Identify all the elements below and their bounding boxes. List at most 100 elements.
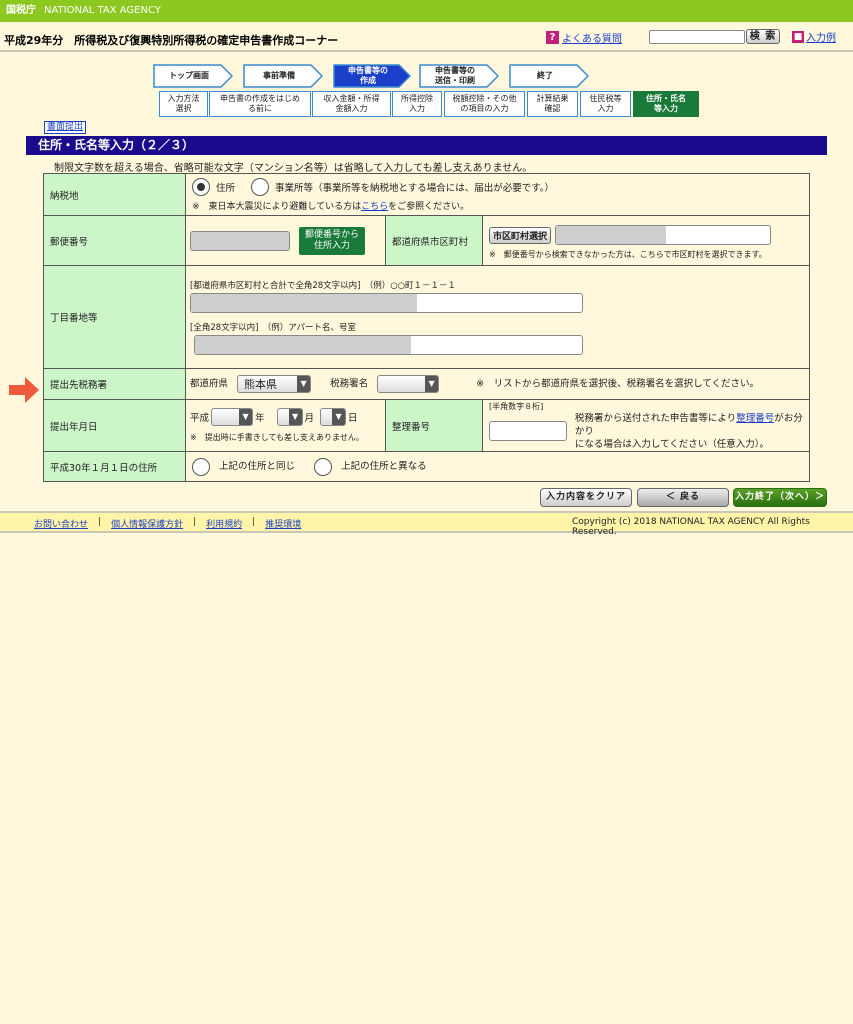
footer-link-contact[interactable]: お問い合わせ [34,517,88,530]
office-note: ※ リストから都道府県を選択後、税務署名を選択してください。 [476,378,760,390]
city-select-button[interactable]: 市区町村選択 [489,226,552,244]
day-select[interactable]: ▼ [320,408,347,426]
street-input-1[interactable] [190,293,583,313]
footer-links: お問い合わせ | 個人情報保護方針 | 利用規約 | 推奨環境 [34,517,302,530]
office-select[interactable]: ▼ [377,375,440,393]
year-label: 年 [255,413,265,424]
dropdown-arrow-icon: ▼ [288,409,302,425]
row-tax-office: 提出先税務署 都道府県 熊本県 ▼ 税務署名 ▼ ※ リストから都道府県を選択後、… [43,368,810,400]
row-h30-address: 平成30年１月１日の住所 上記の住所と同じ 上記の住所と異なる [43,451,810,482]
dropdown-arrow-icon: ▼ [239,409,253,425]
faq-link[interactable]: ? よくある質問 [546,29,622,45]
clear-button[interactable]: 入力内容をクリア [540,488,632,507]
substep-8: 住所・氏名 等入力 [633,91,699,117]
radio-address-label: 住所 [216,182,236,194]
ref-number-input[interactable] [489,421,567,441]
agency-en: NATIONAL TAX AGENCY [44,5,161,16]
step-4: 申告書等の 送信・印刷 [419,64,499,88]
substep-5: 税額控除・その他 の項目の入力 [444,91,525,117]
label-ref-number: 整理番号 [385,399,483,452]
step-3: 申告書等の 作成 [333,64,411,88]
city-note: ※ 郵便番号から検索できなかった方は、こちらで市区町村を選択できます。 [489,250,767,259]
radio-diff-address[interactable] [314,457,333,476]
next-button[interactable]: 入力終了（次へ）＞ [733,488,827,507]
label-postal: 郵便番号 [43,215,186,266]
office-label: 税務署名 [330,378,369,390]
label-tax-office: 提出先税務署 [43,368,186,400]
footer-link-env[interactable]: 推奨環境 [265,517,301,530]
label-street: 丁目番地等 [43,265,186,369]
radio-diff-label: 上記の住所と異なる [341,461,427,472]
pref-label: 都道府県 [190,378,229,390]
label-h30-address: 平成30年１月１日の住所 [43,451,186,482]
row-tax-place: 納税地 住所 事業所等（事業所等を納税地とする場合には、届出が必要です。） ※ … [43,173,810,216]
label-pref-city: 都道府県市区町村 [385,215,483,266]
search-input[interactable] [649,30,745,44]
footer-link-privacy[interactable]: 個人情報保護方針 [111,517,183,530]
submit-doc-link[interactable]: 書面提出 [44,121,87,134]
pref-value: 熊本県 [244,378,278,391]
step-5: 終了 [509,64,589,88]
substep-7: 住民税等 入力 [580,91,631,117]
copyright: Copyright (c) 2018 NATIONAL TAX AGENCY A… [572,517,810,537]
postal-input[interactable] [190,230,290,251]
pref-select[interactable]: 熊本県 ▼ [237,375,312,393]
question-icon: ? [546,30,559,44]
row-submit-date: 提出年月日 平成 ▼ 年 ▼ 月 ▼ 日 ※ 提出時に手書きしても差し支えありま… [43,399,810,452]
top-bar: 国税庁 NATIONAL TAX AGENCY [0,0,853,22]
street-hint-2: [全角28文字以内] （例）アパート名、号室 [190,323,357,333]
step-2: 事前準備 [243,64,323,88]
step-label: トップ画面 [169,71,209,80]
book-icon: ■ [792,30,804,43]
step-label: 事前準備 [263,71,295,80]
postal-lookup-button[interactable]: 郵便番号から 住所入力 [299,226,366,255]
substep-3: 収入金額・所得 金額入力 [312,91,391,117]
day-label: 日 [348,413,358,424]
step-1: トップ画面 [153,64,233,88]
example-label[interactable]: 入力例 [806,29,836,44]
ref-note-prefix: 税務署から送付された申告書等により [574,412,737,424]
substep-6: 計算結果 確認 [527,91,578,117]
street-hint-1: [都道府県市区町村と合計で全角28文字以内] （例）○○町１－１－１ [190,281,457,291]
ref-note-line2: になる場合は入力してください（任意入力）。 [574,438,770,450]
label-submit-date: 提出年月日 [43,399,186,452]
page-heading: 平成29年分 所得税及び復興特別所得税の確定申告書作成コーナー [4,34,339,47]
search-button[interactable]: 検 索 [746,29,780,44]
dropdown-arrow-icon: ▼ [332,409,346,425]
evac-note-suffix: をご参照ください。 [388,201,470,212]
step-label: 終了 [537,71,553,80]
year-select[interactable]: ▼ [211,408,254,426]
street-input-2[interactable] [194,335,583,355]
radio-office[interactable] [251,177,270,196]
substep-4: 所得控除 入力 [392,91,442,117]
row-street: 丁目番地等 [都道府県市区町村と合計で全角28文字以内] （例）○○町１－１－１… [43,265,810,369]
substep-2: 申告書の作成をはじめ る前に [209,91,311,117]
faq-label[interactable]: よくある質問 [562,30,622,45]
dropdown-arrow-icon: ▼ [297,376,311,392]
radio-same-label: 上記の住所と同じ [219,461,296,472]
radio-office-label: 事業所等（事業所等を納税地とする場合には、届出が必要です。） [275,182,555,194]
agency-jp: 国税庁 [6,5,36,16]
date-note: ※ 提出時に手書きしても差し支えありません。 [190,433,364,442]
month-label: 月 [304,413,315,424]
example-link[interactable]: ■ 入力例 [792,29,836,44]
back-button[interactable]: ＜ 戻る [637,488,729,507]
evac-note-prefix: ※ 東日本大震災により避難している方は [192,201,362,212]
radio-address[interactable] [192,177,210,196]
substep-1: 入力方法 選択 [159,91,208,117]
row-postal: 郵便番号 郵便番号から 住所入力 都道府県市区町村 市区町村選択 ※ 郵便番号か… [43,215,810,266]
dropdown-arrow-icon: ▼ [425,376,439,392]
address-form: 納税地 住所 事業所等（事業所等を納税地とする場合には、届出が必要です。） ※ … [43,173,810,482]
footer-link-terms[interactable]: 利用規約 [206,517,242,530]
radio-same-address[interactable] [192,457,210,476]
label-tax-place: 納税地 [43,173,186,216]
page-title: 住所・氏名等入力（２／３） [26,136,827,155]
notice-text: 制限文字数を超える場合、省略可能な文字（マンション名等）は省略して入力しても差し… [54,163,533,174]
step-label: 申告書等の 送信・印刷 [435,66,475,85]
ref-note-link[interactable]: 整理番号 [736,413,774,424]
evac-note-link[interactable]: こちら [361,202,388,212]
ref-hint: [半角数字８桁] [489,401,544,411]
arrow-right-icon [9,377,39,403]
month-select[interactable]: ▼ [276,408,303,426]
era-label: 平成 [190,413,210,424]
